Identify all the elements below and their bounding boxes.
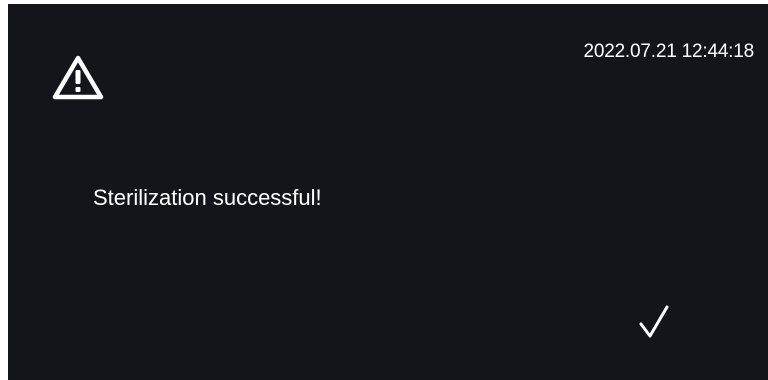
status-message: Sterilization successful! bbox=[93, 185, 322, 210]
confirm-button[interactable] bbox=[624, 292, 684, 352]
checkmark-icon bbox=[639, 305, 669, 339]
device-screen: 2022.07.21 12:44:18 Sterilization succes… bbox=[8, 4, 768, 380]
datetime-display: 2022.07.21 12:44:18 bbox=[583, 41, 754, 62]
warning-triangle-icon bbox=[52, 54, 104, 100]
